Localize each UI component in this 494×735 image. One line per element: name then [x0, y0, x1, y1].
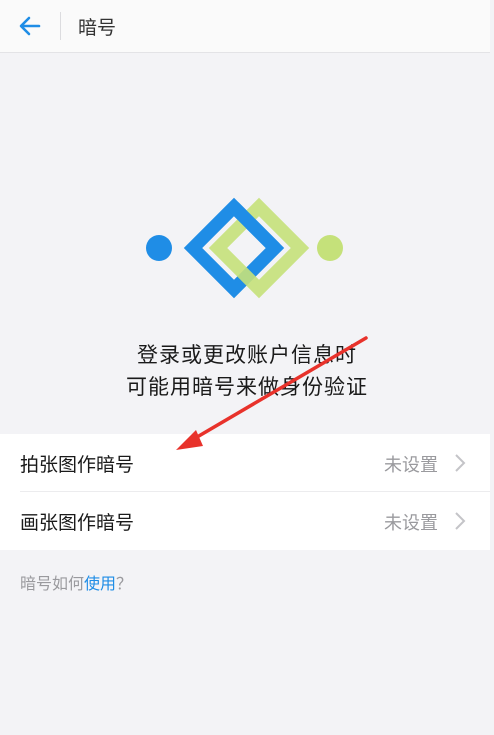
back-button[interactable] — [10, 10, 50, 42]
intro-line-2: 可能用暗号来做身份验证 — [126, 375, 368, 399]
help-text: 暗号如何使用？ — [20, 570, 132, 594]
help-prefix: 暗号如何 — [20, 574, 85, 593]
chevron-right-icon — [455, 454, 466, 472]
photo-password-option[interactable]: 拍张图作暗号 未设置 — [0, 434, 490, 492]
chevron-right-icon — [455, 512, 466, 530]
page-title: 暗号 — [78, 17, 117, 39]
header-divider — [60, 12, 61, 40]
options-card: 拍张图作暗号 未设置 画张图作暗号 未设置 — [0, 434, 490, 550]
help-suffix: ？ — [116, 574, 133, 593]
password-logo-icon — [146, 197, 343, 299]
intro-line-1: 登录或更改账户信息时 — [137, 343, 357, 367]
option-label: 拍张图作暗号 — [20, 454, 135, 476]
top-bar: 暗号 — [0, 0, 490, 53]
option-status: 未设置 — [384, 455, 438, 476]
help-link[interactable]: 使用 — [84, 574, 116, 593]
draw-password-option[interactable]: 画张图作暗号 未设置 — [0, 492, 490, 549]
arrow-left-icon — [19, 16, 41, 36]
option-label: 画张图作暗号 — [20, 512, 135, 534]
option-status: 未设置 — [384, 513, 438, 534]
